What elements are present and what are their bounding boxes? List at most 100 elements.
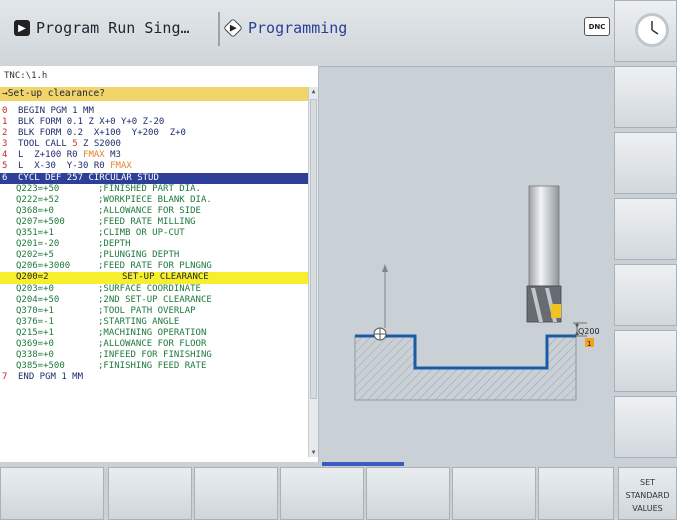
parameter-name: Q202=+5 xyxy=(16,250,54,261)
program-lines[interactable]: 0 BEGIN PGM 1 MM 1 BLK FORM 0.1 Z X+0 Y+0 Z… xyxy=(0,106,308,383)
cycle-parameter-line[interactable]: Q351=+1 ;CLIMB OR UP-CUT xyxy=(0,228,308,239)
softkey-5[interactable] xyxy=(366,467,450,520)
line-token: CYCL DEF 257 CIRCULAR STUD xyxy=(18,172,159,183)
parameter-comment: ;INFEED FOR FINISHING xyxy=(98,350,212,361)
parameter-name: Q370=+1 xyxy=(16,305,54,316)
line-token: Z S2000 xyxy=(77,139,121,150)
line-token: BLK FORM 0.1 Z X+0 Y+0 Z-20 xyxy=(18,117,165,128)
line-token: BLK FORM 0.2 X+100 Y+200 Z+0 xyxy=(18,128,186,139)
line-token: BEGIN PGM 1 MM xyxy=(18,106,94,116)
line-text: CYCL DEF 257 CIRCULAR STUD xyxy=(18,173,159,184)
softkey-2[interactable] xyxy=(108,467,192,520)
vertical-softkey-1[interactable] xyxy=(614,0,677,62)
cycle-parameter-line[interactable]: Q338=+0 ;INFEED FOR FINISHING xyxy=(0,350,308,361)
cycle-parameter-line[interactable]: Q207=+500 ;FEED RATE MILLING xyxy=(0,217,308,228)
vertical-softkey-7[interactable] xyxy=(614,396,677,458)
softkey-6[interactable] xyxy=(452,467,536,520)
parameter-name: Q200=2 xyxy=(16,272,49,283)
line-number: 1 xyxy=(2,117,8,128)
vertical-softkey-3[interactable] xyxy=(614,132,677,194)
parameter-name: Q351=+1 xyxy=(16,228,54,239)
line-number: 0 xyxy=(2,106,8,116)
program-run-icon: ▶ xyxy=(14,20,30,36)
cycle-parameter-line[interactable]: Q222=+52 ;WORKPIECE BLANK DIA. xyxy=(0,195,308,206)
parameter-name: Q201=-20 xyxy=(16,239,60,250)
cycle-parameter-line[interactable]: Q204=+50 ;2ND SET-UP CLEARANCE xyxy=(0,295,308,306)
cycle-parameter-line[interactable]: Q223=+50 ;FINISHED PART DIA. xyxy=(0,184,308,195)
program-line[interactable]: 0 BEGIN PGM 1 MM xyxy=(0,106,308,117)
line-token: M3 xyxy=(104,150,121,161)
softkey-4[interactable] xyxy=(280,467,364,520)
parameter-name: Q338=+0 xyxy=(16,350,54,361)
softkey-7[interactable] xyxy=(538,467,614,520)
set-standard-values-button[interactable]: SET STANDARD VALUES xyxy=(618,467,677,520)
vertical-softkey-bar xyxy=(614,0,677,462)
line-text: BLK FORM 0.1 Z X+0 Y+0 Z-20 xyxy=(18,117,164,128)
parameter-name: Q369=+0 xyxy=(16,338,54,349)
cycle-parameter-line[interactable]: Q368=+0 ;ALLOWANCE FOR SIDE xyxy=(0,206,308,217)
cycle-parameter-line[interactable]: Q215=+1 ;MACHINING OPERATION xyxy=(0,328,308,339)
cycle-parameter-line[interactable]: Q206=+3000 ;FEED RATE FOR PLNGNG xyxy=(0,261,308,272)
cycle-parameter-line[interactable]: Q369=+0 ;ALLOWANCE FOR FLOOR xyxy=(0,339,308,350)
line-token: FMAX xyxy=(110,161,132,172)
program-scrollbar[interactable]: ▲ ▼ xyxy=(308,87,318,457)
line-token: FMAX xyxy=(83,150,105,161)
parameter-comment: ;TOOL PATH OVERLAP xyxy=(98,305,196,316)
cycle-parameter-line[interactable]: Q202=+5 ;PLUNGING DEPTH xyxy=(0,250,308,261)
program-line[interactable]: 3 TOOL CALL 5 Z S2000 xyxy=(0,139,308,150)
line-text: L X-30 Y-30 R0 FMAX xyxy=(18,161,132,172)
cycle-help-graphic: Q200 1 xyxy=(319,66,614,462)
parameter-comment: ;CLIMB OR UP-CUT xyxy=(98,228,185,239)
softkey-1[interactable] xyxy=(0,467,104,520)
cycle-parameter-line[interactable]: Q200=2 SET-UP CLEARANCE xyxy=(0,272,308,284)
dnc-badge: DNC xyxy=(584,17,610,36)
parameter-name: Q376=-1 xyxy=(16,316,54,327)
cycle-parameter-line[interactable]: Q370=+1 ;TOOL PATH OVERLAP xyxy=(0,306,308,317)
program-line[interactable]: 7 END PGM 1 MM xyxy=(0,372,308,383)
program-line[interactable]: 2 BLK FORM 0.2 X+100 Y+200 Z+0 xyxy=(0,128,308,139)
program-panel: TNC:\1.h →Set-up clearance? 0 BEGIN PGM 1… xyxy=(0,66,319,462)
line-token: L X-30 Y-30 R0 xyxy=(18,161,111,172)
mode-prog-label: Programming xyxy=(248,19,348,37)
program-line[interactable]: 5 L X-30 Y-30 R0 FMAX xyxy=(0,161,308,172)
clock-icon xyxy=(635,13,669,47)
mode-separator xyxy=(218,12,220,46)
parameter-comment: ;ALLOWANCE FOR SIDE xyxy=(98,205,201,216)
cycle-parameter-line[interactable]: Q376=-1 ;STARTING ANGLE xyxy=(0,317,308,328)
program-line[interactable]: 4 L Z+100 R0 FMAX M3 xyxy=(0,150,308,161)
dialog-prompt: →Set-up clearance? xyxy=(0,87,308,101)
program-line[interactable]: 6 CYCL DEF 257 CIRCULAR STUD xyxy=(0,172,308,184)
mode-header: ▶ Program Run Sing… ▶ Programming DNC xyxy=(0,0,614,67)
vertical-softkey-2[interactable] xyxy=(614,66,677,128)
mode-program-run-single-block[interactable]: ▶ Program Run Sing… xyxy=(14,14,190,42)
q200-dimension-label: Q200 xyxy=(578,327,600,336)
line-text: TOOL CALL 5 Z S2000 xyxy=(18,139,121,150)
scroll-down-icon[interactable]: ▼ xyxy=(309,448,318,457)
softkey-3[interactable] xyxy=(194,467,278,520)
mode-run-label: Program Run Sing… xyxy=(36,19,190,37)
vertical-softkey-5[interactable] xyxy=(614,264,677,326)
line-number: 5 xyxy=(2,161,8,172)
scroll-up-icon[interactable]: ▲ xyxy=(309,87,318,96)
vertical-softkey-6[interactable] xyxy=(614,330,677,392)
cycle-parameter-line[interactable]: Q203=+0 ;SURFACE COORDINATE xyxy=(0,284,308,295)
line-text: L Z+100 R0 FMAX M3 xyxy=(18,150,121,161)
cycle-parameter-line[interactable]: Q201=-20 ;DEPTH xyxy=(0,239,308,250)
programming-icon: ▶ xyxy=(223,18,243,38)
cycle-parameter-line[interactable]: Q385=+500 ;FINISHING FEED RATE xyxy=(0,361,308,372)
mode-programming[interactable]: ▶ Programming xyxy=(223,14,348,42)
line-text: END PGM 1 MM xyxy=(18,372,84,383)
set-standard-values-label: SET STANDARD VALUES xyxy=(625,478,670,513)
vertical-softkey-4[interactable] xyxy=(614,198,677,260)
program-line[interactable]: 1 BLK FORM 0.1 Z X+0 Y+0 Z-20 xyxy=(0,117,308,128)
parameter-name: Q222=+52 xyxy=(16,194,60,205)
parameter-name: Q223=+50 xyxy=(16,183,60,194)
parameter-name: Q385=+500 xyxy=(16,361,65,372)
parameter-comment: SET-UP CLEARANCE xyxy=(122,272,209,283)
line-number: 4 xyxy=(2,150,8,161)
parameter-comment: ;ALLOWANCE FOR FLOOR xyxy=(98,338,207,349)
scroll-thumb[interactable] xyxy=(310,99,317,399)
parameter-name: Q203=+0 xyxy=(16,283,54,294)
z-axis-arrow xyxy=(382,264,388,272)
tool-shank xyxy=(528,185,560,287)
